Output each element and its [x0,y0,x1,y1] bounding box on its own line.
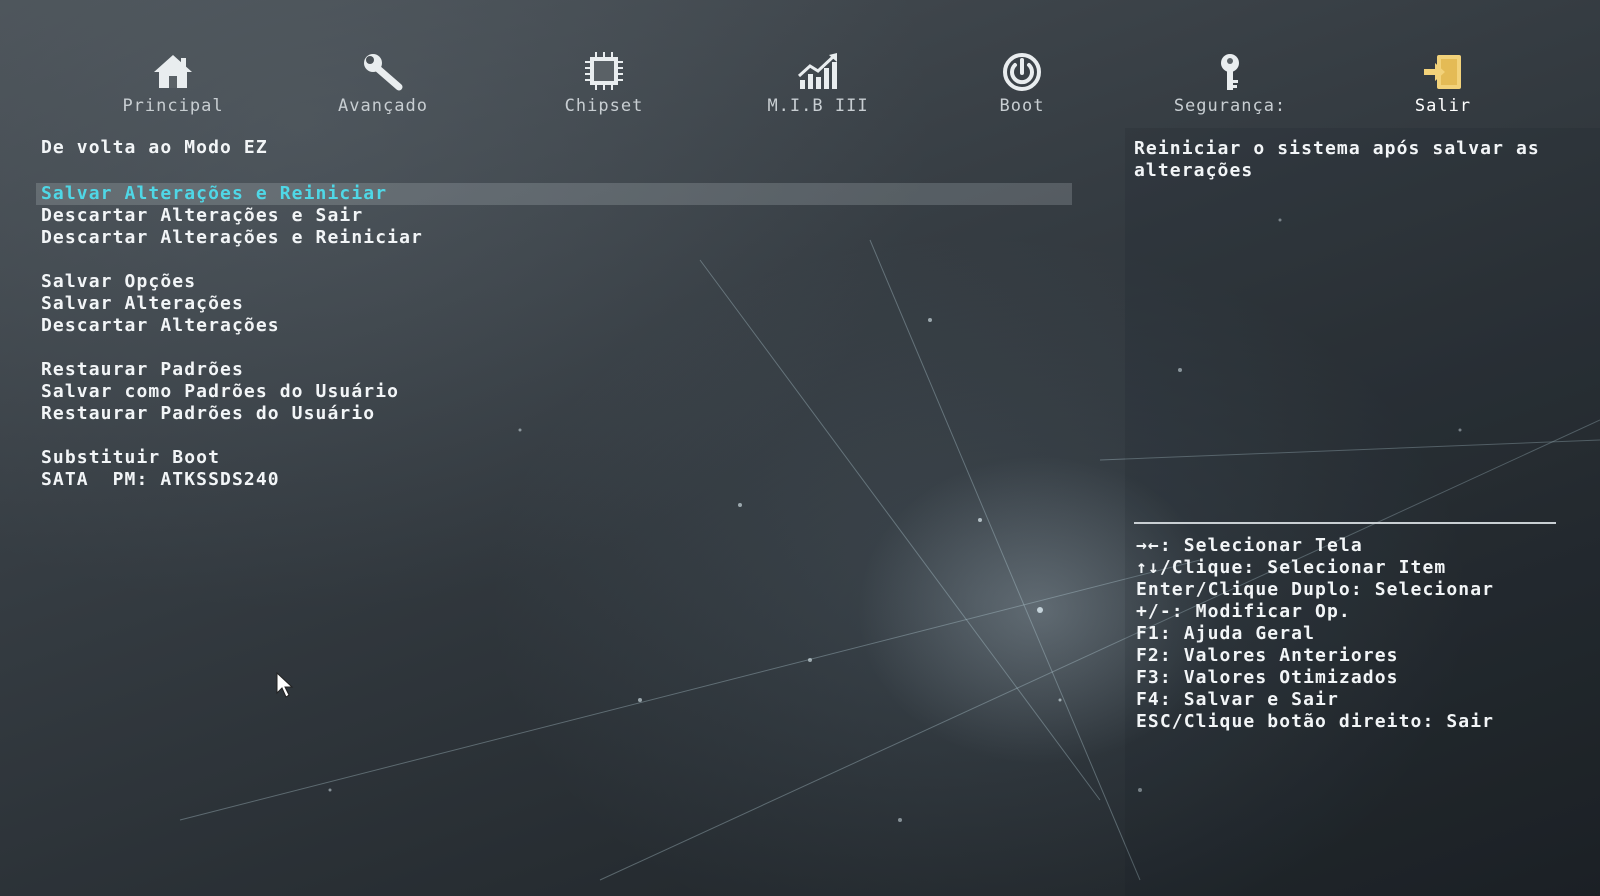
key-hint: ESC/Clique botão direito: Sair [1136,711,1495,732]
power-icon [1003,53,1041,91]
key-hint: F4: Salvar e Sair [1136,689,1339,710]
key-hint: →←: Selecionar Tela [1136,535,1363,556]
tab-seguranca[interactable]: Segurança: [1145,52,1315,116]
tab-label: M.I.B III [767,96,869,116]
tab-avancado[interactable]: Avançado [298,52,468,116]
wrench-icon [364,54,403,91]
menu-item-save-changes[interactable]: Salvar Alterações [41,293,280,315]
menu-group-boot-override: Substituir Boot SATA PM: ATKSSDS240 [41,447,280,491]
tab-label: Avançado [338,96,428,116]
menu-item-restore-user-defaults[interactable]: Restaurar Padrões do Usuário [41,403,399,425]
home-icon [154,55,192,88]
help-panel [1125,128,1600,896]
tab-mib-iii[interactable]: M.I.B III [733,52,903,116]
menu-item-save-user-defaults[interactable]: Salvar como Padrões do Usuário [41,381,399,403]
menu-item-save-and-restart[interactable]: Salvar Alterações e Reiniciar [41,183,423,205]
tab-label: Boot [999,96,1045,116]
menu-item-discard-changes[interactable]: Descartar Alterações [41,315,280,337]
menu-item-restore-defaults[interactable]: Restaurar Padrões [41,359,399,381]
help-description: Reiniciar o sistema após salvar as alter… [1134,138,1540,181]
key-hint: F2: Valores Anteriores [1136,645,1399,666]
tab-chipset[interactable]: Chipset [519,52,689,116]
top-navigation: Principal Avançado Chipset M.I.B III Boo… [0,52,1600,122]
key-hint: F3: Valores Otimizados [1136,667,1399,688]
bios-screen: Principal Avançado Chipset M.I.B III Boo… [0,0,1600,896]
key-legend: →←: Selecionar Tela ↑↓/Clique: Seleciona… [1136,535,1494,733]
chip-icon [585,52,623,90]
menu-item-discard-and-restart[interactable]: Descartar Alterações e Reiniciar [41,227,423,249]
tab-salir[interactable]: Salir [1358,52,1528,116]
panel-divider [1134,522,1556,524]
menu-item-save-options[interactable]: Salvar Opções [41,271,280,293]
menu-item-boot-device[interactable]: SATA PM: ATKSSDS240 [41,469,280,491]
key-icon [1221,54,1239,90]
tab-label: Salir [1414,96,1472,116]
menu-group-options: Salvar Opções Salvar Alterações Descarta… [41,271,280,337]
tab-principal[interactable]: Principal [88,52,258,116]
key-hint: F1: Ajuda Geral [1136,623,1316,644]
menu-group-save-exit: Salvar Alterações e Reiniciar Descartar … [41,183,423,249]
mouse-pointer-icon [276,672,294,698]
tab-label: Chipset [564,96,644,116]
menu-item-discard-and-exit[interactable]: Descartar Alterações e Sair [41,205,423,227]
chart-icon [797,53,837,89]
tab-label: Principal [122,96,224,116]
exit-icon [1424,55,1461,89]
key-hint: Enter/Clique Duplo: Selecionar [1136,579,1495,600]
tab-boot[interactable]: Boot [937,52,1107,116]
back-to-ez-mode-link[interactable]: De volta ao Modo EZ [41,137,268,158]
menu-group-defaults: Restaurar Padrões Salvar como Padrões do… [41,359,399,425]
key-hint: ↑↓/Clique: Selecionar Item [1136,557,1447,578]
tab-label: Segurança: [1173,96,1287,116]
boot-override-heading: Substituir Boot [41,447,221,468]
key-hint: +/-: Modificar Op. [1136,601,1351,622]
